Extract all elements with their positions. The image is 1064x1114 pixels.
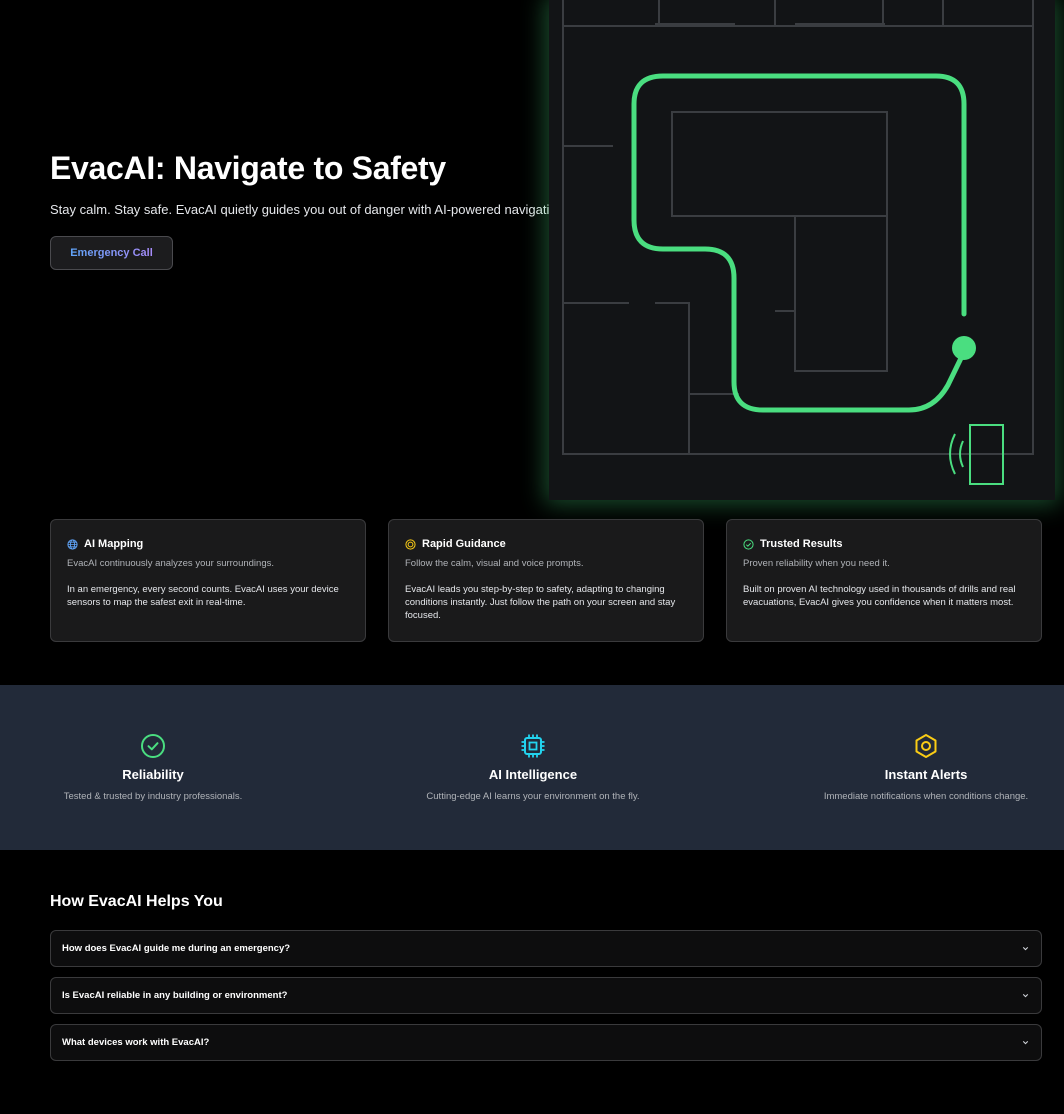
card-header: Trusted Results <box>743 537 1025 551</box>
stat-title: Instant Alerts <box>884 767 968 782</box>
feature-cards: AI Mapping EvacAI continuously analyzes … <box>50 519 1042 642</box>
stats-band: Reliability Tested & trusted by industry… <box>0 685 1064 850</box>
maze-map-graphic <box>562 0 1034 485</box>
faq-item[interactable]: How does EvacAI guide me during an emerg… <box>50 930 1042 967</box>
stat-description: Cutting-edge AI learns your environment … <box>426 791 640 802</box>
cpu-chip-icon <box>521 734 545 758</box>
faq-question: How does EvacAI guide me during an emerg… <box>62 943 291 954</box>
feature-card-trusted-results: Trusted Results Proven reliability when … <box>726 519 1042 642</box>
check-circle-icon <box>743 538 754 550</box>
hero-subtitle: Stay calm. Stay safe. EvacAI quietly gui… <box>50 202 568 217</box>
chevron-down-icon <box>1022 1041 1029 1045</box>
stat-title: Reliability <box>122 767 184 782</box>
hero-title: EvacAI: Navigate to Safety <box>50 150 446 186</box>
chevron-down-icon <box>1022 994 1029 998</box>
hexagon-nut-icon <box>915 734 937 758</box>
card-header: AI Mapping <box>67 537 349 551</box>
faq-item[interactable]: What devices work with EvacAI? <box>50 1024 1042 1061</box>
faq-question: Is EvacAI reliable in any building or en… <box>62 990 288 1001</box>
stat-description: Tested & trusted by industry professiona… <box>63 791 243 802</box>
card-summary: Follow the calm, visual and voice prompt… <box>405 558 584 569</box>
card-header: Rapid Guidance <box>405 537 687 551</box>
faq-title: How EvacAI Helps You <box>50 893 223 910</box>
emergency-call-label: Emergency Call <box>70 247 153 259</box>
chevron-down-icon <box>1022 947 1029 951</box>
feature-card-rapid-guidance: Rapid Guidance Follow the calm, visual a… <box>388 519 704 642</box>
stat-reliability: Reliability Tested & trusted by industry… <box>3 685 303 850</box>
target-icon <box>405 538 416 550</box>
stat-title: AI Intelligence <box>488 767 578 782</box>
feature-card-ai-mapping: AI Mapping EvacAI continuously analyzes … <box>50 519 366 642</box>
faq-question: What devices work with EvacAI? <box>62 1037 210 1048</box>
maze-illustration <box>549 0 1055 500</box>
check-circle-icon <box>141 734 165 758</box>
stat-instant-alerts: Instant Alerts Immediate notifications w… <box>776 685 1064 850</box>
hero-section: EvacAI: Navigate to Safety Stay calm. St… <box>0 0 1064 500</box>
card-title: Trusted Results <box>760 538 843 550</box>
faq-item[interactable]: Is EvacAI reliable in any building or en… <box>50 977 1042 1014</box>
stat-ai-intelligence: AI Intelligence Cutting-edge AI learns y… <box>383 685 683 850</box>
globe-icon <box>67 538 78 550</box>
emergency-call-button[interactable]: Emergency Call <box>50 236 173 270</box>
stat-description: Immediate notifications when conditions … <box>823 791 1029 802</box>
user-location-dot <box>952 336 976 360</box>
card-title: Rapid Guidance <box>422 538 506 550</box>
card-summary: Proven reliability when you need it. <box>743 558 890 569</box>
evacuation-path <box>631 73 967 413</box>
card-summary: EvacAI continuously analyzes your surrou… <box>67 558 275 569</box>
card-title: AI Mapping <box>84 538 144 550</box>
card-description: EvacAI leads you step-by-step to safety,… <box>405 584 676 621</box>
card-description: Built on proven AI technology used in th… <box>743 584 1016 608</box>
card-description: In an emergency, every second counts. Ev… <box>67 584 339 608</box>
